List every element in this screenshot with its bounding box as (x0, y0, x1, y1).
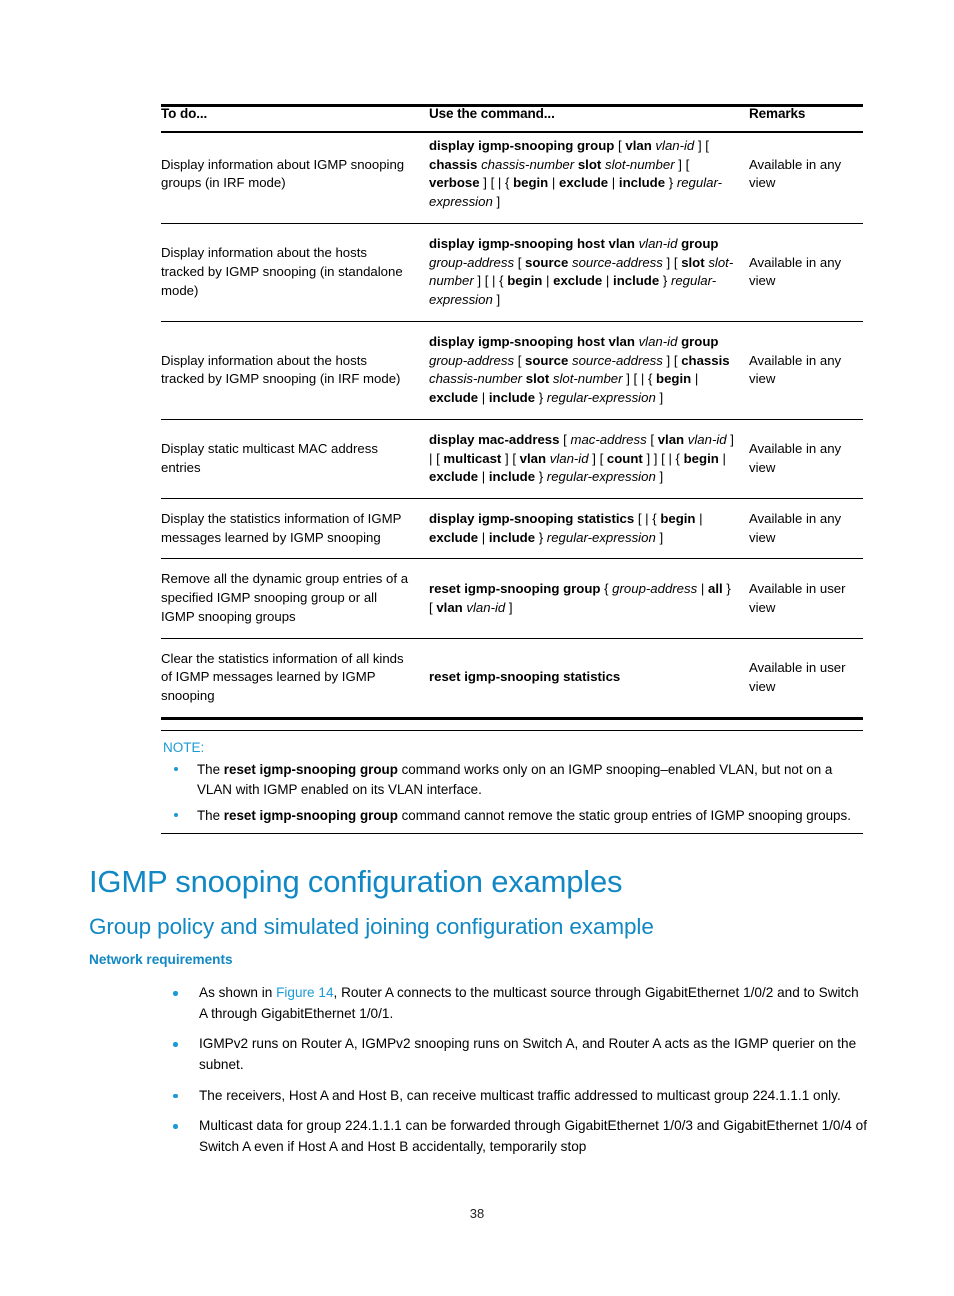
cell-remarks: Available in any view (749, 441, 842, 475)
note-item-command: reset igmp-snooping group (223, 762, 398, 777)
column-header-remarks: Remarks (749, 106, 806, 121)
page-number: 38 (469, 1206, 485, 1221)
note-label: NOTE: (163, 740, 205, 755)
cell-to-do: Display information about the hosts trac… (161, 245, 403, 298)
document-page: To do... Use the command... Remarks Disp… (0, 0, 954, 1296)
subsection-title: Network requirements (89, 952, 233, 967)
table-row: Remove all the dynamic group entries of … (161, 558, 863, 638)
cell-to-do: Display static multicast MAC address ent… (161, 441, 378, 475)
page-title: IGMP snooping configuration examples (89, 864, 623, 899)
requirement-pre: As shown in (199, 985, 277, 1000)
cell-command: reset igmp-snooping statistics (429, 669, 621, 685)
column-header-to-do: To do... (161, 106, 208, 121)
list-item: The reset igmp-snooping group command wo… (161, 760, 863, 799)
cell-remarks: Available in any view (749, 352, 842, 387)
igmp-snooping-display-commands-table: To do... Use the command... Remarks Disp… (161, 104, 863, 717)
cell-to-do: Display information about IGMP snooping … (161, 156, 405, 191)
section-title: Group policy and simulated joining confi… (89, 914, 654, 939)
note-item-pre: The (197, 808, 224, 824)
list-item: The reset igmp-snooping group command ca… (161, 806, 863, 826)
cell-to-do: Display information about the hosts trac… (161, 352, 401, 387)
requirement-post: Multicast data for group 224.1.1.1 can b… (199, 1118, 867, 1154)
note-item-post: command cannot remove the static group e… (397, 808, 851, 824)
note-item-command: reset igmp-snooping group (223, 808, 398, 824)
cell-remarks: Available in user view (749, 660, 846, 694)
table-body: Display information about IGMP snooping … (161, 126, 863, 717)
cell-command: display igmp-snooping host vlan vlan-id … (429, 333, 730, 406)
note-bullet-list: The reset igmp-snooping group command wo… (161, 760, 863, 826)
cell-command: display mac-address [ mac-address [ vlan… (429, 431, 734, 485)
table-row: Display information about the hosts trac… (161, 223, 863, 321)
cell-to-do: Remove all the dynamic group entries of … (161, 571, 409, 624)
network-requirements-list: As shown in Figure 14, Router A connects… (161, 983, 867, 1168)
table-row: Display static multicast MAC address ent… (161, 419, 863, 498)
cell-remarks: Available in any view (749, 254, 842, 289)
cell-to-do: Display the statistics information of IG… (161, 511, 402, 545)
table-header-row: To do... Use the command... Remarks (161, 104, 863, 126)
cell-command: reset igmp-snooping group { group-addres… (429, 580, 731, 615)
note-callout: NOTE: The reset igmp-snooping group comm… (161, 730, 863, 835)
list-item: The receivers, Host A and Host B, can re… (161, 1086, 867, 1107)
table-bottom-rule (161, 717, 863, 720)
table-row: Display the statistics information of IG… (161, 498, 863, 559)
cell-remarks: Available in any view (749, 511, 842, 545)
column-header-use-the-command: Use the command... (429, 106, 555, 121)
cell-to-do: Clear the statistics information of all … (161, 650, 404, 704)
figure-14-link[interactable]: Figure 14 (276, 985, 333, 1000)
cell-command: display igmp-snooping statistics [ | { b… (429, 511, 703, 545)
requirement-post: IGMPv2 runs on Router A, IGMPv2 snooping… (199, 1036, 857, 1072)
note-item-pre: The (197, 762, 224, 777)
cell-command: display igmp-snooping host vlan vlan-id … (429, 235, 734, 308)
requirement-post: The receivers, Host A and Host B, can re… (199, 1087, 841, 1103)
table-row: Display information about the hosts trac… (161, 321, 863, 419)
list-item: Multicast data for group 224.1.1.1 can b… (161, 1116, 867, 1157)
cell-remarks: Available in user view (749, 580, 846, 615)
table-row: Clear the statistics information of all … (161, 638, 863, 717)
cell-command: display igmp-snooping group [ vlan vlan-… (429, 138, 723, 210)
list-item: IGMPv2 runs on Router A, IGMPv2 snooping… (161, 1034, 867, 1075)
list-item: As shown in Figure 14, Router A connects… (161, 983, 867, 1024)
cell-remarks: Available in any view (749, 156, 842, 191)
table-row: Display information about IGMP snooping … (161, 126, 863, 223)
